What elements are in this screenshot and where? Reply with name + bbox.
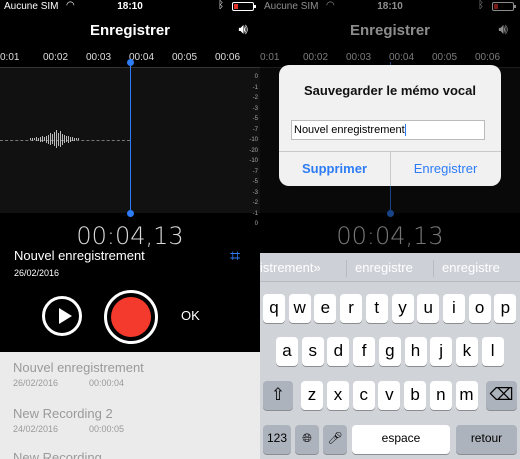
key-g[interactable]: g: [378, 337, 401, 366]
key-m[interactable]: m: [455, 381, 478, 410]
key-w[interactable]: w: [288, 294, 311, 323]
microphone-icon[interactable]: 🎤︎: [323, 425, 347, 454]
crop-icon[interactable]: ⌗: [230, 246, 240, 267]
recordings-list: Nouvel enregistrement 26/02/2016 00:00:04…: [0, 352, 260, 459]
decibel-tick: -10: [249, 158, 258, 164]
shift-key[interactable]: ⇧: [263, 381, 293, 410]
recording-name-input[interactable]: Nouvel enregistrement: [291, 120, 485, 140]
keyboard: istrement» enregistre enregistre qwertyu…: [260, 253, 520, 459]
decibel-scale: 0 -1 -2 -3 -5 -7 -10 -20 -10 -7 -5 -3 -2 -1 0: [244, 72, 258, 230]
key-h[interactable]: h: [404, 337, 427, 366]
save-screen: Aucune SIM ◠ 18:10 ᛒ Enregistrer 🔊︎ 0:01…: [260, 0, 520, 459]
suggestion-item[interactable]: enregistre: [442, 260, 500, 275]
elapsed-time: 00:04,13: [76, 222, 184, 250]
space-key[interactable]: espace: [352, 425, 450, 454]
return-key[interactable]: retour: [456, 425, 517, 454]
list-item-name: New Recording 2: [13, 406, 113, 421]
decibel-tick: -2: [252, 95, 258, 101]
record-icon: [111, 297, 151, 337]
key-v[interactable]: v: [378, 381, 401, 410]
key-d[interactable]: d: [327, 337, 350, 366]
battery-icon: [232, 2, 256, 11]
decibel-tick: 0: [254, 74, 258, 80]
status-bar: Aucune SIM ◠ 18:10 ᛒ: [0, 0, 260, 14]
key-i[interactable]: i: [442, 294, 465, 323]
key-y[interactable]: y: [391, 294, 414, 323]
save-dialog: Sauvegarder le mémo vocal Nouvel enregis…: [279, 65, 501, 186]
playhead-bottom-handle[interactable]: [127, 210, 134, 217]
key-l[interactable]: l: [481, 337, 504, 366]
recording-name: Nouvel enregistrement: [14, 248, 145, 263]
record-screen: Aucune SIM ◠ 18:10 ᛒ Enregistrer 🔊︎ 0:01…: [0, 0, 260, 459]
text-cursor: [404, 124, 406, 137]
playhead[interactable]: [127, 59, 134, 217]
waveform-bars: [30, 130, 80, 148]
key-o[interactable]: o: [468, 294, 491, 323]
suggestion-item[interactable]: istrement»: [260, 260, 321, 275]
play-icon: [59, 308, 72, 324]
speaker-icon[interactable]: 🔊︎: [239, 21, 248, 38]
key-p[interactable]: p: [494, 294, 517, 323]
decibel-tick: -5: [252, 179, 258, 185]
globe-icon[interactable]: 🌐︎: [295, 425, 319, 454]
list-item-name: New Recording: [13, 450, 102, 459]
list-item[interactable]: Nouvel enregistrement 26/02/2016 00:00:04: [13, 360, 253, 388]
key-z[interactable]: z: [301, 381, 323, 410]
decibel-tick: -5: [252, 116, 258, 122]
list-item-name: Nouvel enregistrement: [13, 360, 144, 375]
key-u[interactable]: u: [417, 294, 440, 323]
recording-name-value: Nouvel enregistrement: [294, 124, 405, 136]
key-r[interactable]: r: [340, 294, 363, 323]
list-item-date: 24/02/2016: [13, 424, 59, 434]
key-t[interactable]: t: [365, 294, 388, 323]
play-button[interactable]: [42, 296, 82, 336]
list-item-duration: 00:00:04: [89, 378, 125, 388]
key-x[interactable]: x: [327, 381, 349, 410]
key-a[interactable]: a: [276, 337, 298, 366]
decibel-tick: -2: [252, 200, 258, 206]
decibel-tick: -1: [252, 84, 258, 91]
key-e[interactable]: e: [314, 294, 337, 323]
ruler-tick: 00:02: [43, 52, 69, 63]
ok-button[interactable]: OK: [181, 308, 200, 323]
key-k[interactable]: k: [455, 337, 478, 366]
suggestion-item[interactable]: enregistre: [355, 260, 413, 275]
playhead-top-handle[interactable]: [127, 59, 134, 66]
list-item-date: 26/02/2016: [13, 378, 59, 388]
decibel-tick: -7: [252, 168, 258, 175]
delete-button[interactable]: Supprimer: [279, 161, 390, 176]
decibel-tick: -3: [252, 105, 258, 112]
list-item[interactable]: New Recording: [13, 450, 253, 459]
decibel-tick: -7: [252, 126, 258, 133]
key-s[interactable]: s: [301, 337, 324, 366]
ruler-tick: 00:05: [172, 52, 198, 63]
page-title: Enregistrer: [89, 22, 171, 39]
record-button[interactable]: [104, 290, 158, 344]
decibel-tick: -3: [252, 189, 258, 196]
ruler-tick: 0:01: [0, 52, 20, 63]
key-q[interactable]: q: [263, 294, 285, 323]
save-button[interactable]: Enregistrer: [390, 161, 501, 176]
key-c[interactable]: c: [352, 381, 375, 410]
key-b[interactable]: b: [404, 381, 427, 410]
decibel-tick: -10: [249, 137, 258, 143]
key-j[interactable]: j: [430, 337, 453, 366]
list-item-duration: 00:00:05: [89, 424, 125, 434]
ruler-tick: 00:03: [86, 52, 112, 63]
list-item[interactable]: New Recording 2 24/02/2016 00:00:05: [13, 406, 253, 434]
recording-date: 26/02/2016: [14, 268, 60, 278]
key-n[interactable]: n: [429, 381, 452, 410]
bluetooth-icon: ᛒ: [218, 0, 224, 11]
dialog-title: Sauvegarder le mémo vocal: [304, 83, 476, 98]
decibel-tick: -1: [252, 210, 258, 217]
numbers-key[interactable]: 123: [263, 425, 291, 454]
backspace-key[interactable]: ⌫: [486, 381, 517, 410]
key-f[interactable]: f: [353, 337, 376, 366]
suggestion-bar: istrement» enregistre enregistre: [260, 253, 520, 282]
ruler-tick: 00:06: [215, 52, 241, 63]
decibel-tick: -20: [249, 147, 258, 154]
